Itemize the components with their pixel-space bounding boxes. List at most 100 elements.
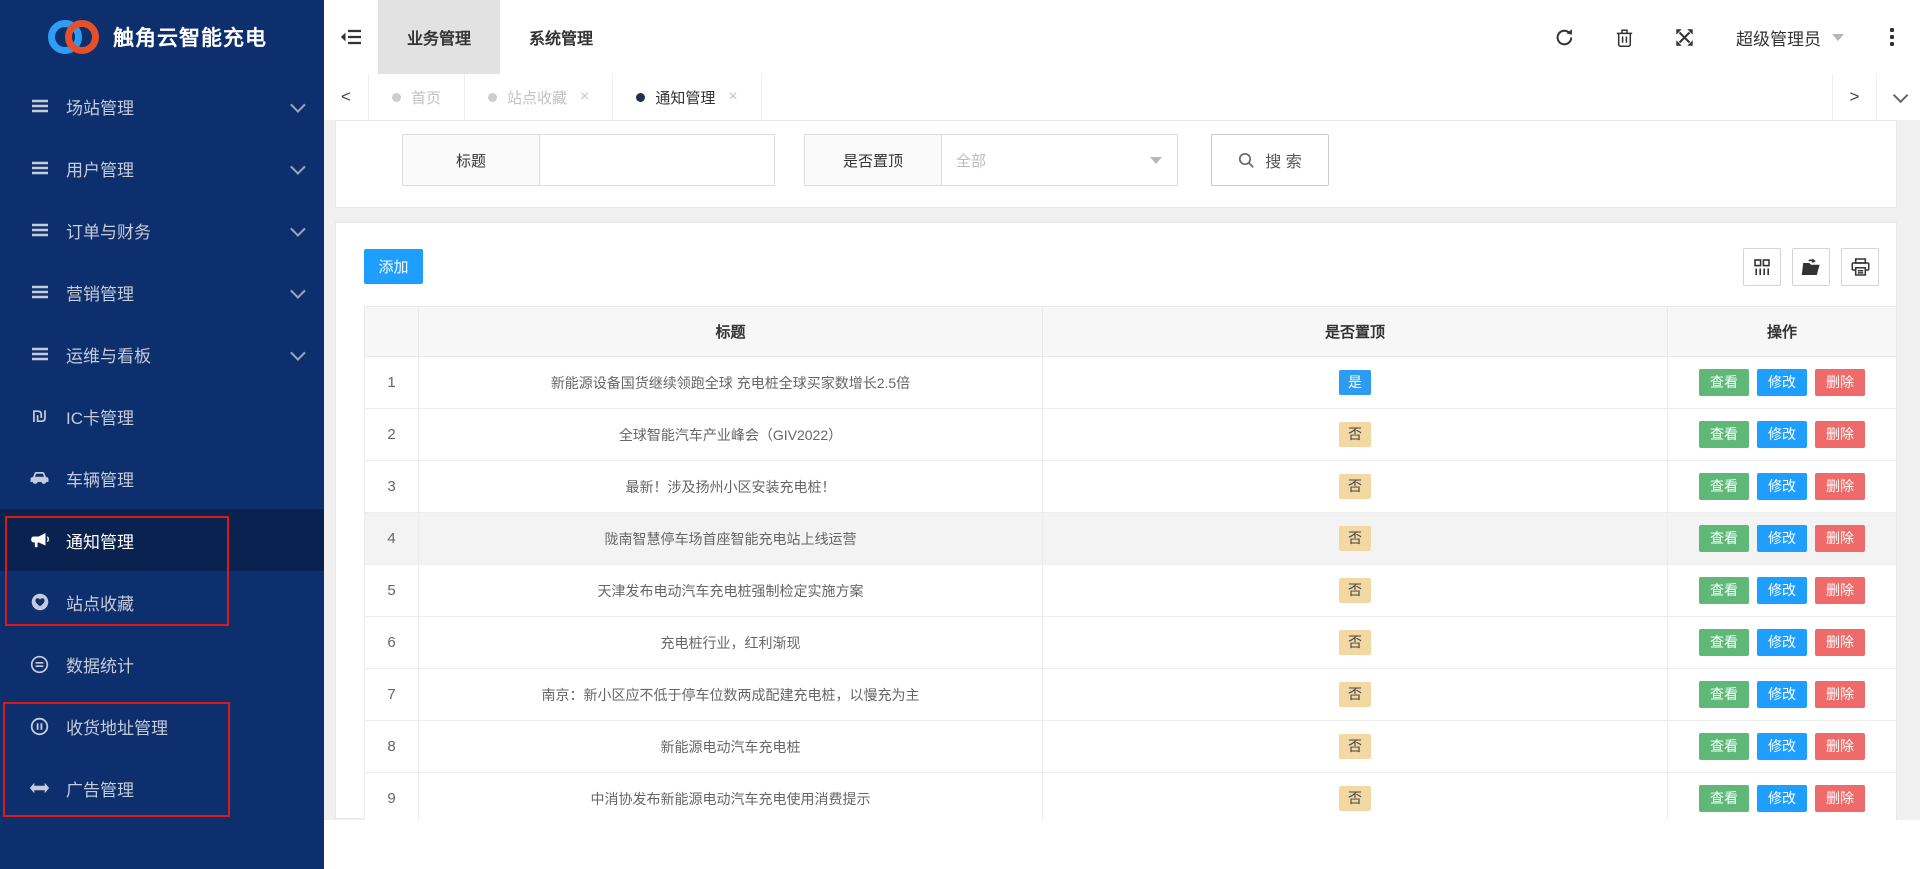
tab[interactable]: 站点收藏 ×	[465, 74, 614, 120]
view-button[interactable]: 查看	[1699, 473, 1749, 500]
edit-button[interactable]: 修改	[1757, 681, 1807, 708]
table-row: 9 中消协发布新能源电动汽车充电使用消费提示 否 查看 修改 删除	[364, 772, 1896, 820]
table-row: 1 新能源设备国货继续领跑全球 充电桩全球买家数增长2.5倍 是 查看 修改 删除	[364, 356, 1896, 409]
row-title: 中消协发布新能源电动汽车充电使用消费提示	[418, 772, 1043, 820]
tab-label: 站点收藏	[507, 89, 568, 107]
close-icon[interactable]: ×	[580, 89, 589, 105]
tabs-scroll-right-icon[interactable]: >	[1832, 74, 1876, 120]
tab[interactable]: 首页	[368, 74, 466, 120]
brand-rings-icon	[48, 19, 100, 55]
tabbar-right: >	[1832, 74, 1920, 120]
row-index: 3	[364, 460, 419, 513]
sidebar-item[interactable]: 站点收藏	[0, 571, 324, 633]
car-icon	[26, 470, 53, 486]
list-icon	[26, 223, 53, 237]
edit-button[interactable]: 修改	[1757, 421, 1807, 448]
delete-button[interactable]: 删除	[1815, 525, 1865, 552]
sidebar-item[interactable]: ₪ IC卡管理	[0, 385, 324, 447]
megaphone-icon	[26, 532, 53, 549]
stats-circle-icon	[26, 655, 53, 674]
edit-button[interactable]: 修改	[1757, 785, 1807, 812]
export-button[interactable]	[1792, 248, 1830, 286]
edit-button[interactable]: 修改	[1757, 473, 1807, 500]
sidebar-item-label: 营销管理	[66, 284, 134, 304]
sidebar-item[interactable]: 运维与看板	[0, 323, 324, 385]
sidebar-item[interactable]: 广告管理	[0, 757, 324, 819]
view-button[interactable]: 查看	[1699, 681, 1749, 708]
sidebar-item[interactable]: 车辆管理	[0, 447, 324, 509]
columns-button[interactable]	[1743, 248, 1781, 286]
open-tabs: 首页 站点收藏 × 通知管理 ×	[368, 74, 762, 120]
table-header-row: 标题 是否置顶 操作	[364, 306, 1896, 357]
menu-collapse-icon[interactable]	[324, 0, 378, 74]
edit-button[interactable]: 修改	[1757, 733, 1807, 760]
view-button[interactable]: 查看	[1699, 577, 1749, 604]
add-button[interactable]: 添加	[364, 249, 423, 284]
delete-button[interactable]: 删除	[1815, 577, 1865, 604]
row-pinned-cell: 否	[1042, 668, 1668, 721]
sidebar-item-label: IC卡管理	[66, 408, 134, 428]
row-index: 7	[364, 668, 419, 721]
table-row: 5 天津发布电动汽车充电桩强制检定实施方案 否 查看 修改 删除	[364, 564, 1896, 617]
view-button[interactable]: 查看	[1699, 369, 1749, 396]
fullscreen-icon[interactable]	[1675, 28, 1694, 47]
view-button[interactable]: 查看	[1699, 525, 1749, 552]
edit-button[interactable]: 修改	[1757, 369, 1807, 396]
pinned-badge: 否	[1339, 682, 1371, 707]
header-menu-tab[interactable]: 系统管理	[500, 0, 622, 74]
trash-icon[interactable]	[1616, 28, 1633, 47]
chevron-down-icon	[290, 282, 306, 299]
ic-card-icon: ₪	[31, 405, 48, 427]
row-actions-cell: 查看 修改 删除	[1667, 356, 1896, 409]
delete-button[interactable]: 删除	[1815, 421, 1865, 448]
close-icon[interactable]: ×	[728, 89, 737, 105]
tab[interactable]: 通知管理 ×	[613, 74, 762, 120]
table-row: 6 充电桩行业，红利渐现 否 查看 修改 删除	[364, 616, 1896, 669]
row-title: 天津发布电动汽车充电桩强制检定实施方案	[418, 564, 1043, 617]
delete-button[interactable]: 删除	[1815, 369, 1865, 396]
edit-button[interactable]: 修改	[1757, 525, 1807, 552]
sidebar-item[interactable]: 用户管理	[0, 137, 324, 199]
row-title: 最新！涉及扬州小区安装充电桩！	[418, 460, 1043, 513]
pinned-select[interactable]: 全部	[941, 134, 1178, 186]
view-button[interactable]: 查看	[1699, 629, 1749, 656]
username: 超级管理员	[1736, 29, 1821, 49]
sidebar-item[interactable]: 场站管理	[0, 75, 324, 137]
title-input[interactable]	[539, 134, 775, 186]
row-actions-cell: 查看 修改 删除	[1667, 512, 1896, 565]
header-menu-tab[interactable]: 业务管理	[378, 0, 501, 74]
view-button[interactable]: 查看	[1699, 785, 1749, 812]
tabs-scroll-left-icon[interactable]: <	[324, 74, 368, 120]
print-button[interactable]	[1841, 248, 1879, 286]
sidebar-item[interactable]: 收货地址管理	[0, 695, 324, 757]
delete-button[interactable]: 删除	[1815, 785, 1865, 812]
table-panel: 添加 标题 是否置顶 操作 1 新能源设备国货继续领跑全球 充电桩全球买家数增长2.5…	[335, 222, 1897, 820]
search-button[interactable]: 搜 索	[1211, 134, 1329, 186]
delete-button[interactable]: 删除	[1815, 629, 1865, 656]
edit-button[interactable]: 修改	[1757, 629, 1807, 656]
sidebar-item[interactable]: 营销管理	[0, 261, 324, 323]
kebab-menu-icon[interactable]	[1886, 24, 1898, 50]
sidebar-menu: 场站管理 用户管理 订单与财务营销管理运维与看板 ₪ IC卡管理车辆管理 通知管理 站点收藏…	[0, 75, 324, 819]
column-header: 是否置顶	[1042, 306, 1668, 357]
delete-button[interactable]: 删除	[1815, 473, 1865, 500]
row-index: 9	[364, 772, 419, 820]
sidebar-item[interactable]: 数据统计	[0, 633, 324, 695]
delete-button[interactable]: 删除	[1815, 733, 1865, 760]
chevron-down-icon	[290, 344, 306, 361]
list-icon	[26, 347, 53, 361]
sidebar-item[interactable]: 通知管理	[0, 509, 324, 571]
tabs-menu-icon[interactable]	[1876, 74, 1920, 120]
row-title: 新能源电动汽车充电桩	[418, 720, 1043, 773]
tab-bar: < 首页 站点收藏 × 通知管理 × >	[324, 74, 1920, 121]
view-button[interactable]: 查看	[1699, 421, 1749, 448]
view-button[interactable]: 查看	[1699, 733, 1749, 760]
user-menu[interactable]: 超级管理员	[1736, 25, 1844, 50]
row-pinned-cell: 否	[1042, 460, 1668, 513]
refresh-icon[interactable]	[1555, 28, 1574, 47]
columns-icon	[1752, 258, 1772, 277]
row-index: 5	[364, 564, 419, 617]
sidebar-item[interactable]: 订单与财务	[0, 199, 324, 261]
delete-button[interactable]: 删除	[1815, 681, 1865, 708]
edit-button[interactable]: 修改	[1757, 577, 1807, 604]
